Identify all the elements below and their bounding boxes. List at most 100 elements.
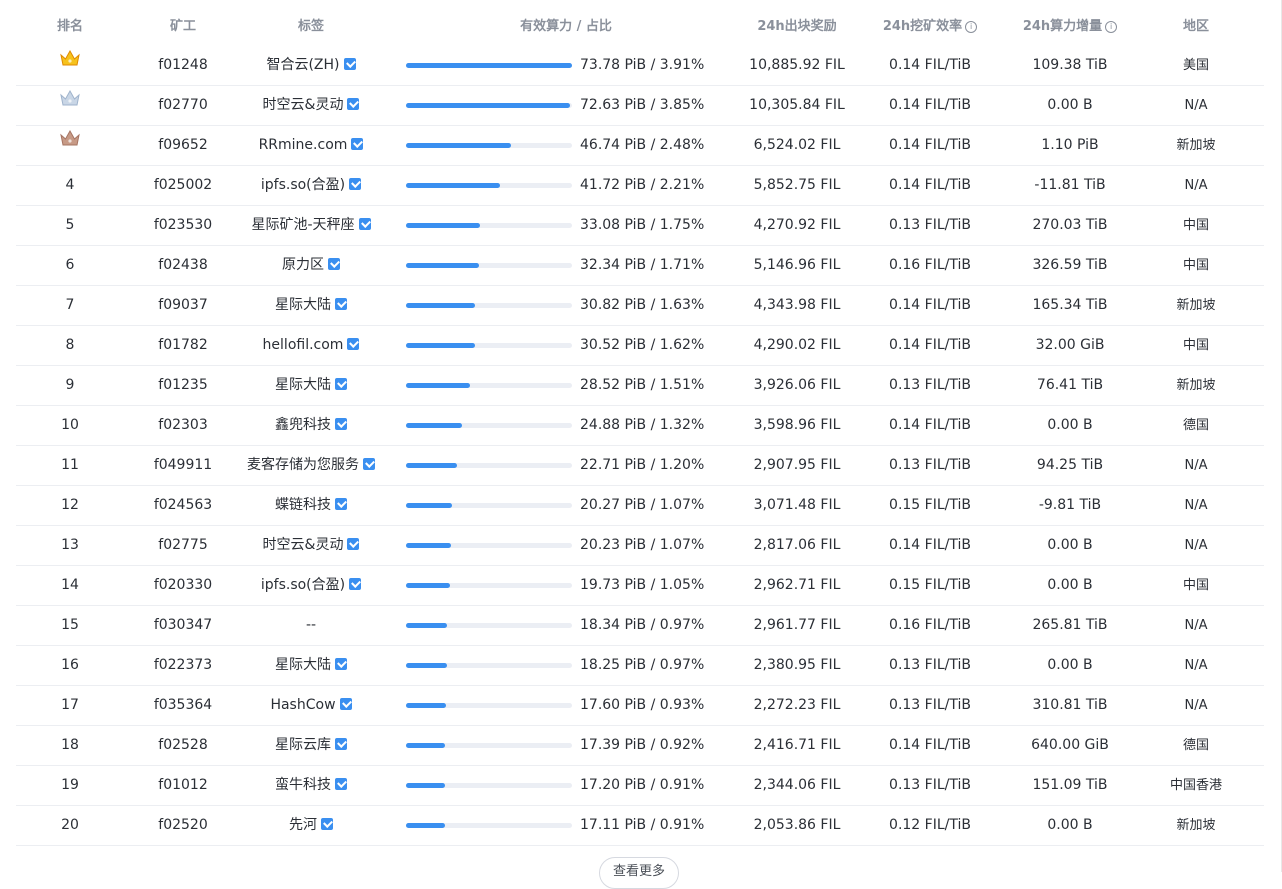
table-row[interactable]: 11 f049911 麦客存储为您服务 22.71 PiB / 1.20% 2,907.… — [16, 446, 1264, 486]
power-bar-cell — [406, 366, 572, 405]
miner-id-link[interactable]: f024563 — [138, 486, 228, 525]
power-bar-cell — [406, 406, 572, 445]
rank-number: 16 — [61, 657, 79, 673]
verified-icon — [347, 338, 360, 350]
rank-number: 10 — [61, 417, 79, 433]
power-bar-fill — [406, 103, 570, 108]
table-row[interactable]: f02770 时空云&灵动 72.63 PiB / 3.85% 10,305.84 F… — [16, 86, 1264, 126]
miner-id-link[interactable]: f022373 — [138, 646, 228, 685]
reward-value: 2,416.71 FIL — [753, 737, 841, 753]
table-row[interactable]: 20 f02520 先河 17.11 PiB / 0.91% 2,053.86 FIL 0… — [16, 806, 1264, 846]
miner-id-link[interactable]: f01248 — [138, 46, 228, 85]
reward-value: 2,053.86 FIL — [753, 817, 841, 833]
region-value: N/A — [1184, 538, 1208, 553]
efficiency-value: 0.14 FIL/TiB — [889, 177, 971, 193]
power-bar-track — [406, 823, 572, 828]
region-value: N/A — [1184, 698, 1208, 713]
power-bar-fill — [406, 703, 446, 708]
miner-id-link[interactable]: f049911 — [138, 446, 228, 485]
table-row[interactable]: 16 f022373 星际大陆 18.25 PiB / 0.97% 2,380.95 F… — [16, 646, 1264, 686]
reward-value: 3,598.96 FIL — [753, 417, 841, 433]
table-row[interactable]: 4 f025002 ipfs.so(合盈) 41.72 PiB / 2.21% 5,85… — [16, 166, 1264, 206]
info-icon[interactable]: i — [965, 21, 978, 33]
miner-tag: 星际大陆 — [275, 297, 331, 313]
power-bar-cell — [406, 806, 572, 845]
miner-id-link[interactable]: f030347 — [138, 606, 228, 645]
miner-ranking-table: 排名 矿工 标签 有效算力 / 占比 24h出块奖励 24h挖矿效率 i 24h算… — [16, 0, 1264, 846]
reward-value: 2,907.95 FIL — [753, 457, 841, 473]
table-row[interactable]: 9 f01235 星际大陆 28.52 PiB / 1.51% 3,926.06 FIL… — [16, 366, 1264, 406]
verified-icon — [349, 178, 362, 190]
info-icon[interactable]: i — [1105, 21, 1118, 33]
miner-id-link[interactable]: f02770 — [138, 86, 228, 125]
region-value: N/A — [1184, 178, 1208, 193]
tag-cell: 先河 — [221, 806, 401, 845]
miner-id-link[interactable]: f02775 — [138, 526, 228, 565]
miner-tag: 原力区 — [282, 257, 324, 273]
verified-icon — [335, 418, 347, 430]
increase-value: 0.00 B — [1047, 577, 1093, 593]
view-more-button[interactable]: 查看更多 — [599, 857, 679, 889]
miner-id-link[interactable]: f02528 — [138, 726, 228, 765]
table-row[interactable]: 15 f030347 -- 18.34 PiB / 0.97% 2,961.77 FIL… — [16, 606, 1264, 646]
table-row[interactable]: 17 f035364 HashCow 17.60 PiB / 0.93% 2,272.2… — [16, 686, 1264, 726]
table-row[interactable]: f01248 智合云(ZH) 73.78 PiB / 3.91% 10,885.92 … — [16, 46, 1264, 86]
table-row[interactable]: 8 f01782 hellofil.com 30.52 PiB / 1.62% 4,29… — [16, 326, 1264, 366]
table-row[interactable]: 5 f023530 星际矿池-天秤座 33.08 PiB / 1.75% 4,270.9… — [16, 206, 1264, 246]
power-value: 73.78 PiB / 3.91% — [580, 57, 705, 73]
tag-cell: 蝶链科技 — [221, 486, 401, 525]
increase-value: 265.81 TiB — [1032, 617, 1108, 633]
increase-value: 640.00 GiB — [1031, 737, 1109, 753]
verified-icon — [347, 98, 360, 110]
table-row[interactable]: 10 f02303 鑫兜科技 24.88 PiB / 1.32% 3,598.96 FI… — [16, 406, 1264, 446]
rank-number: 18 — [61, 737, 79, 753]
reward-value: 3,926.06 FIL — [753, 377, 841, 393]
power-bar-fill — [406, 63, 572, 68]
header-increase[interactable]: 24h算力增量 i — [1000, 15, 1140, 34]
table-row[interactable]: 18 f02528 星际云库 17.39 PiB / 0.92% 2,416.71 FI… — [16, 726, 1264, 766]
table-row[interactable]: f09652 RRmine.com 46.74 PiB / 2.48% 6,524.0… — [16, 126, 1264, 166]
miner-id-link[interactable]: f09652 — [138, 126, 228, 165]
power-bar-fill — [406, 343, 475, 348]
power-bar-fill — [406, 543, 451, 548]
table-row[interactable]: 14 f020330 ipfs.so(合盈) 19.73 PiB / 1.05% 2,9… — [16, 566, 1264, 606]
header-efficiency[interactable]: 24h挖矿效率 i — [868, 15, 992, 34]
tag-cell: RRmine.com — [221, 126, 401, 165]
miner-id-link[interactable]: f025002 — [138, 166, 228, 205]
tag-cell: ipfs.so(合盈) — [221, 166, 401, 205]
rank-number: 14 — [61, 577, 79, 593]
miner-id-link[interactable]: f023530 — [138, 206, 228, 245]
efficiency-value: 0.13 FIL/TiB — [889, 657, 971, 673]
efficiency-value: 0.14 FIL/TiB — [889, 417, 971, 433]
miner-id-link[interactable]: f01012 — [138, 766, 228, 805]
increase-value: 109.38 TiB — [1032, 57, 1108, 73]
table-row[interactable]: 6 f02438 原力区 32.34 PiB / 1.71% 5,146.96 FIL 0… — [16, 246, 1264, 286]
miner-id-link[interactable]: f02438 — [138, 246, 228, 285]
verified-icon — [358, 218, 371, 230]
rank-cell: 8 — [40, 326, 100, 365]
miner-id-link[interactable]: f01782 — [138, 326, 228, 365]
miner-id-link[interactable]: f035364 — [138, 686, 228, 725]
miner-id-link[interactable]: f02520 — [138, 806, 228, 845]
miner-id-link[interactable]: f020330 — [138, 566, 228, 605]
miner-id-link[interactable]: f09037 — [138, 286, 228, 325]
table-row[interactable]: 12 f024563 蝶链科技 20.27 PiB / 1.07% 3,071.48 F… — [16, 486, 1264, 526]
table-row[interactable]: 19 f01012 蛮牛科技 17.20 PiB / 0.91% 2,344.06 FI… — [16, 766, 1264, 806]
power-bar-cell — [406, 46, 572, 85]
power-bar-fill — [406, 383, 470, 388]
miner-id-link[interactable]: f02303 — [138, 406, 228, 445]
header-rank: 排名 — [56, 19, 83, 34]
power-bar-fill — [406, 263, 479, 268]
header-reward[interactable]: 24h出块奖励 — [730, 15, 864, 34]
miner-tag: 时空云&灵动 — [262, 537, 344, 553]
efficiency-value: 0.14 FIL/TiB — [889, 297, 971, 313]
power-bar-track — [406, 183, 572, 188]
tag-cell: 星际大陆 — [221, 366, 401, 405]
table-row[interactable]: 7 f09037 星际大陆 30.82 PiB / 1.63% 4,343.98 FIL… — [16, 286, 1264, 326]
table-row[interactable]: 13 f02775 时空云&灵动 20.23 PiB / 1.07% 2,817.06 … — [16, 526, 1264, 566]
efficiency-value: 0.14 FIL/TiB — [889, 97, 971, 113]
miner-id-link[interactable]: f01235 — [138, 366, 228, 405]
tag-cell: 鑫兜科技 — [221, 406, 401, 445]
tag-cell: -- — [221, 606, 401, 645]
rank-number: 19 — [61, 777, 79, 793]
